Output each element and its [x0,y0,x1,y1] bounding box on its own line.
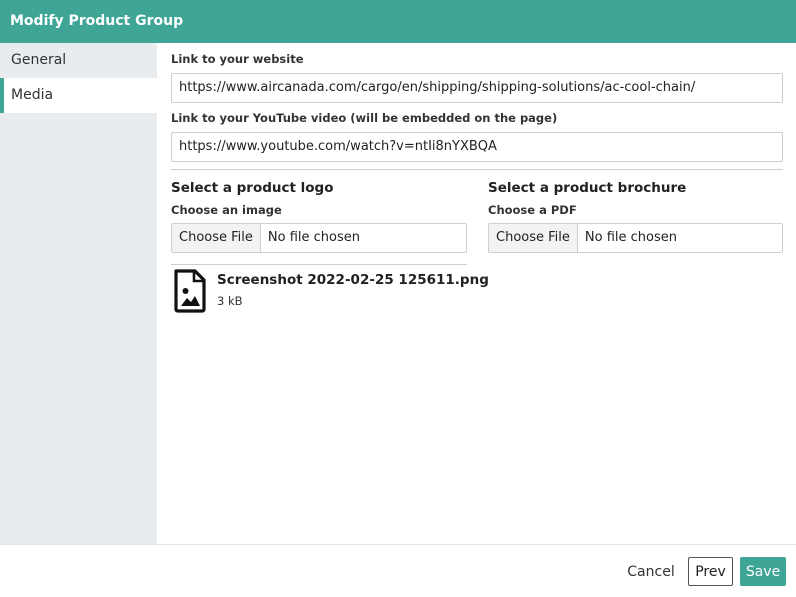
sidebar-item-label: Media [11,87,54,103]
brochure-sub-label: Choose a PDF [488,203,577,217]
brochure-file-status: No file chosen [584,230,677,245]
modify-product-group-dialog: Modify Product Group General Media Link … [0,0,796,597]
footer-divider [0,544,796,545]
dialog-header: Modify Product Group [0,0,796,43]
sidebar-item-media[interactable]: Media [0,78,157,113]
sidebar: General Media [0,43,157,544]
youtube-label: Link to your YouTube video (will be embe… [171,111,558,125]
logo-section-title: Select a product logo [171,180,334,196]
logo-divider [171,264,467,265]
image-file-icon [174,269,206,313]
logo-file-status: No file chosen [267,230,360,245]
prev-button[interactable]: Prev [688,557,733,586]
brochure-choose-file-button[interactable]: Choose File [489,224,578,252]
save-button[interactable]: Save [740,557,786,586]
uploaded-logo-info: Screenshot 2022-02-25 125611.png 3 kB [217,269,489,308]
sidebar-item-general[interactable]: General [0,43,157,78]
uploaded-file-name[interactable]: Screenshot 2022-02-25 125611.png [217,272,489,288]
website-input[interactable]: https://www.aircanada.com/cargo/en/shipp… [171,73,783,103]
uploaded-file-size: 3 kB [217,294,243,308]
sidebar-item-label: General [11,52,67,68]
logo-choose-file-button[interactable]: Choose File [172,224,261,252]
uploaded-logo-item: Screenshot 2022-02-25 125611.png 3 kB [173,269,489,313]
brochure-section-title: Select a product brochure [488,180,687,196]
youtube-input[interactable]: https://www.youtube.com/watch?v=ntIi8nYX… [171,132,783,162]
website-label: Link to your website [171,52,304,66]
dialog-title: Modify Product Group [10,13,184,29]
section-divider [171,169,783,170]
cancel-button[interactable]: Cancel [622,557,680,586]
logo-file-input[interactable]: Choose File No file chosen [171,223,467,253]
logo-sub-label: Choose an image [171,203,282,217]
brochure-file-input[interactable]: Choose File No file chosen [488,223,783,253]
